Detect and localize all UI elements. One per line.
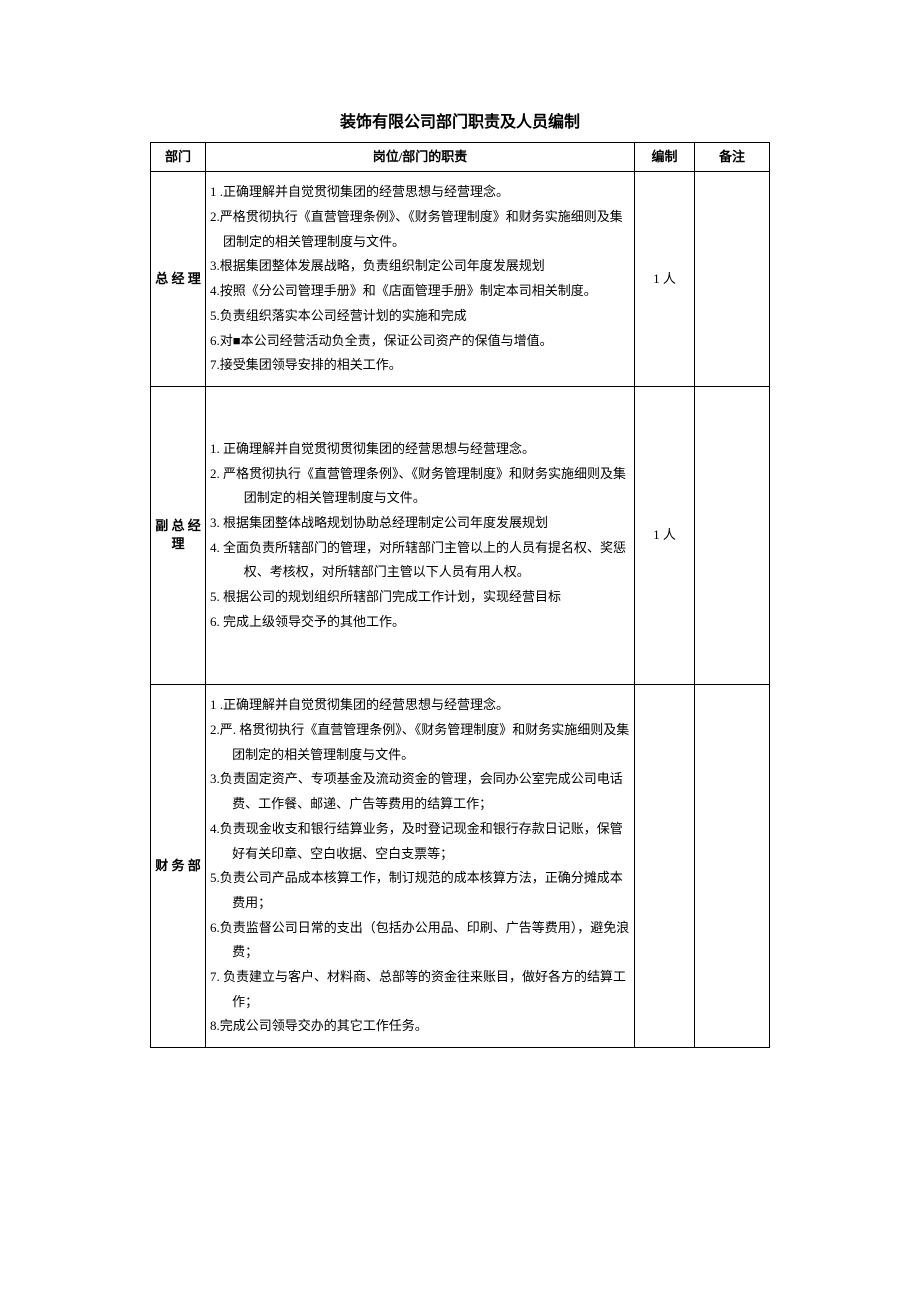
duty-item: 1 .正确理解并自觉贯彻集团的经营思想与经营理念。 bbox=[210, 180, 630, 205]
duty-item: 6. 完成上级领导交予的其他工作。 bbox=[210, 610, 630, 635]
duty-item: 5.负责公司产品成本核算工作，制订规范的成本核算方法，正确分摊成本费用； bbox=[210, 866, 630, 915]
remark-cell bbox=[695, 685, 770, 1048]
header-dept: 部门 bbox=[151, 142, 206, 172]
duty-cell: 1 .正确理解并自觉贯彻集团的经营思想与经营理念。 2.严格贯彻执行《直营管理条… bbox=[206, 172, 635, 387]
duty-table: 部门 岗位/部门的职责 编制 备注 总 经 理 1 .正确理解并自觉贯彻集团的经… bbox=[150, 142, 770, 1048]
table-row: 副 总 经理 1. 正确理解并自觉贯彻贯彻集团的经营思想与经营理念。 2. 严格… bbox=[151, 386, 770, 685]
duty-item: 1 .正确理解并自觉贯彻集团的经营思想与经营理念。 bbox=[210, 693, 630, 718]
header-count: 编制 bbox=[635, 142, 695, 172]
dept-cell: 副 总 经理 bbox=[151, 386, 206, 685]
document-title: 装饰有限公司部门职责及人员编制 bbox=[150, 110, 770, 136]
remark-cell bbox=[695, 172, 770, 387]
duty-item: 2.严格贯彻执行《直营管理条例》、《财务管理制度》和财务实施细则及集团制定的相关… bbox=[210, 205, 630, 254]
table-header-row: 部门 岗位/部门的职责 编制 备注 bbox=[151, 142, 770, 172]
duty-item: 4.负责现金收支和银行结算业务，及时登记现金和银行存款日记账，保管好有关印章、空… bbox=[210, 817, 630, 866]
count-cell: 1 人 bbox=[635, 386, 695, 685]
duty-item: 6.对■本公司经营活动负全责，保证公司资产的保值与增值。 bbox=[210, 329, 630, 354]
dept-cell: 财 务 部 bbox=[151, 685, 206, 1048]
count-cell: 1 人 bbox=[635, 172, 695, 387]
dept-cell: 总 经 理 bbox=[151, 172, 206, 387]
duty-item: 2.严. 格贯彻执行《直营管理条例》、《财务管理制度》和财务实施细则及集团制定的… bbox=[210, 718, 630, 767]
header-duty: 岗位/部门的职责 bbox=[206, 142, 635, 172]
duty-cell: 1 .正确理解并自觉贯彻集团的经营思想与经营理念。 2.严. 格贯彻执行《直营管… bbox=[206, 685, 635, 1048]
duty-item: 3.负责固定资产、专项基金及流动资金的管理，会同办公室完成公司电话费、工作餐、邮… bbox=[210, 767, 630, 816]
duty-item: 1. 正确理解并自觉贯彻贯彻集团的经营思想与经营理念。 bbox=[210, 437, 630, 462]
duty-item: 3.根据集团整体发展战略，负责组织制定公司年度发展规划 bbox=[210, 254, 630, 279]
table-row: 总 经 理 1 .正确理解并自觉贯彻集团的经营思想与经营理念。 2.严格贯彻执行… bbox=[151, 172, 770, 387]
duty-item: 4.按照《分公司管理手册》和《店面管理手册》制定本司相关制度。 bbox=[210, 279, 630, 304]
duty-item: 7. 负责建立与客户、材料商、总部等的资金往来账目，做好各方的结算工作； bbox=[210, 965, 630, 1014]
duty-item: 7.接受集团领导安排的相关工作。 bbox=[210, 353, 630, 378]
table-row: 财 务 部 1 .正确理解并自觉贯彻集团的经营思想与经营理念。 2.严. 格贯彻… bbox=[151, 685, 770, 1048]
duty-item: 5. 根据公司的规划组织所辖部门完成工作计划，实现经营目标 bbox=[210, 585, 630, 610]
duty-item: 3. 根据集团整体战略规划协助总经理制定公司年度发展规划 bbox=[210, 511, 630, 536]
duty-item: 8.完成公司领导交办的其它工作任务。 bbox=[210, 1014, 630, 1039]
duty-item: 2. 严格贯彻执行《直营管理条例》、《财务管理制度》和财务实施细则及集团制定的相… bbox=[210, 462, 630, 511]
duty-item: 4. 全面负责所辖部门的管理，对所辖部门主管以上的人员有提名权、奖惩权、考核权，… bbox=[210, 536, 630, 585]
duty-item: 5.负责组织落实本公司经营计划的实施和完成 bbox=[210, 304, 630, 329]
duty-item: 6.负责监督公司日常的支出（包括办公用品、印刷、广告等费用），避免浪费； bbox=[210, 916, 630, 965]
count-cell bbox=[635, 685, 695, 1048]
remark-cell bbox=[695, 386, 770, 685]
header-remark: 备注 bbox=[695, 142, 770, 172]
duty-cell: 1. 正确理解并自觉贯彻贯彻集团的经营思想与经营理念。 2. 严格贯彻执行《直营… bbox=[206, 386, 635, 685]
